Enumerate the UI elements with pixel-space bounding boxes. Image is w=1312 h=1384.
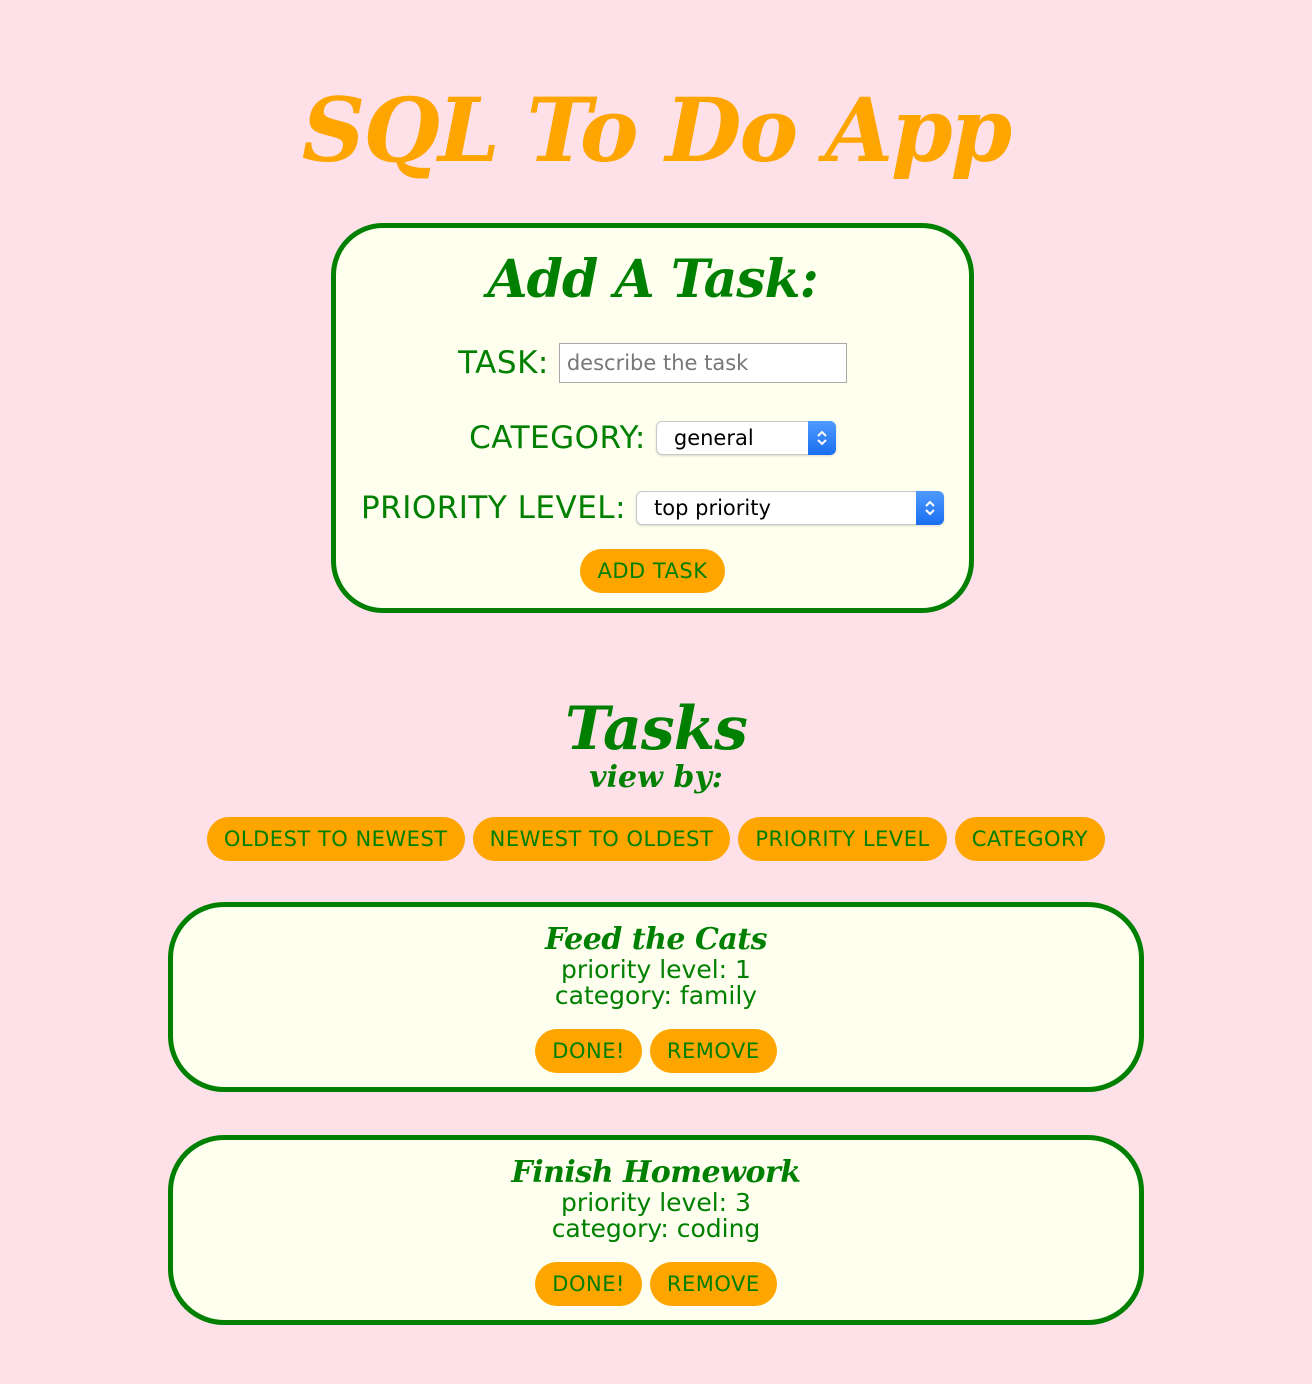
remove-button[interactable]: REMOVE — [649, 1262, 777, 1306]
tasks-title: Tasks — [565, 694, 748, 764]
task-category: category: coding — [551, 1214, 761, 1243]
task-card: Finish Homework priority level: 3 catego… — [168, 1135, 1144, 1325]
app-title: SQL To Do App — [301, 78, 1012, 182]
task-category: category: family — [554, 981, 758, 1010]
task-name: Finish Homework — [511, 1155, 801, 1190]
category-select[interactable]: general — [655, 421, 836, 455]
chevron-up-down-icon — [807, 421, 836, 455]
task-input[interactable] — [558, 343, 847, 383]
sort-newest-to-oldest-button[interactable]: NEWEST TO OLDEST — [472, 817, 731, 861]
category-selected-value: general — [673, 426, 754, 450]
task-row: TASK: — [336, 343, 969, 383]
add-task-title: Add A Task: — [487, 249, 819, 310]
sort-oldest-to-newest-button[interactable]: OLDEST TO NEWEST — [206, 817, 465, 861]
remove-button[interactable]: REMOVE — [649, 1029, 777, 1073]
add-task-card: Add A Task: TASK: CATEGORY: general PRIO… — [331, 223, 974, 613]
view-by-label: view by: — [589, 760, 723, 795]
task-actions: DONE! REMOVE — [173, 1262, 1139, 1306]
chevron-up-down-icon — [916, 491, 945, 525]
add-task-button[interactable]: ADD TASK — [580, 549, 725, 593]
task-priority: priority level: 3 — [561, 1188, 751, 1217]
submit-row: ADD TASK — [336, 549, 969, 593]
task-name: Feed the Cats — [544, 922, 768, 957]
task-priority: priority level: 1 — [561, 955, 751, 984]
category-row: CATEGORY: general — [336, 420, 969, 456]
category-label: CATEGORY: — [469, 420, 646, 456]
priority-label: PRIORITY LEVEL: — [360, 490, 627, 526]
done-button[interactable]: DONE! — [535, 1029, 642, 1073]
sort-category-button[interactable]: CATEGORY — [954, 817, 1106, 861]
sort-buttons: OLDEST TO NEWEST NEWEST TO OLDEST PRIORI… — [0, 817, 1312, 861]
task-actions: DONE! REMOVE — [173, 1029, 1139, 1073]
done-button[interactable]: DONE! — [535, 1262, 642, 1306]
task-card: Feed the Cats priority level: 1 category… — [168, 902, 1144, 1092]
sort-priority-level-button[interactable]: PRIORITY LEVEL — [738, 817, 947, 861]
priority-select[interactable]: top priority — [636, 491, 945, 525]
priority-selected-value: top priority — [654, 496, 771, 520]
priority-row: PRIORITY LEVEL: top priority — [336, 490, 969, 526]
task-label: TASK: — [458, 345, 549, 381]
